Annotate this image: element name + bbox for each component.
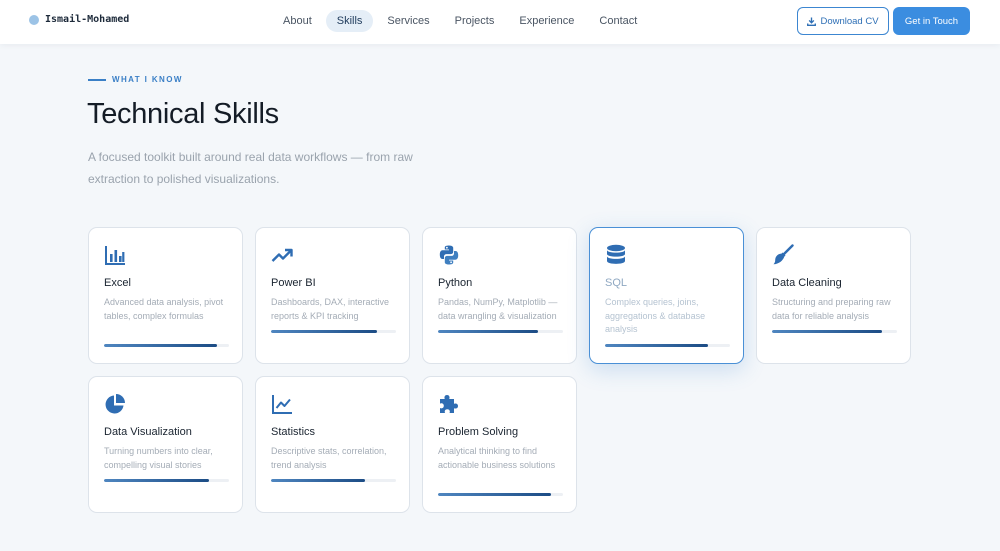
skill-title: Data Cleaning [772,277,842,289]
skill-level-bar [104,479,229,482]
nav-links: About Skills Services Projects Experienc… [272,10,651,32]
skill-card-data-visualization[interactable]: Data Visualization Turning numbers into … [88,376,243,513]
skill-title: Power BI [271,277,316,289]
nav-link-experience[interactable]: Experience [508,10,585,32]
skill-card-power-bi[interactable]: Power BI Dashboards, DAX, interactive re… [255,227,410,364]
line-chart-icon [272,395,292,414]
get-in-touch-label: Get in Touch [904,15,959,27]
skill-card-sql[interactable]: SQL Complex queries, joins, aggregations… [589,227,744,364]
skill-card-statistics[interactable]: Statistics Descriptive stats, correlatio… [255,376,410,513]
broom-icon [773,244,794,265]
section-eyebrow: WHAT I KNOW [88,75,183,84]
skill-level-bar [104,344,229,347]
nav-link-contact[interactable]: Contact [588,10,648,32]
skill-level-fill [104,479,209,482]
skill-description: Analytical thinking to find actionable b… [438,446,556,470]
download-icon [807,16,817,26]
nav-link-about[interactable]: About [272,10,323,32]
skill-title: Problem Solving [438,426,519,438]
nav-link-projects[interactable]: Projects [444,10,506,32]
skill-level-fill [605,344,708,347]
skill-level-bar [772,330,897,333]
skill-level-fill [271,479,365,482]
skill-level-bar [605,344,730,347]
skill-title: Statistics [271,426,316,438]
brand-name: Ismail-Mohamed [45,14,130,25]
skill-level-bar [438,330,563,333]
get-in-touch-button[interactable]: Get in Touch [893,7,970,35]
skill-level-fill [438,330,538,333]
skill-description: Advanced data analysis, pivot tables, co… [104,297,224,321]
skill-card-python[interactable]: Python Pandas, NumPy, Matplotlib — data … [422,227,577,364]
page-title: Technical Skills [87,98,279,130]
nav-link-skills[interactable]: Skills [325,10,374,32]
skill-description: Pandas, NumPy, Matplotlib — data wrangli… [438,297,558,321]
skill-level-fill [438,493,551,496]
brand-logo[interactable]: Ismail-Mohamed [29,14,129,25]
skill-title: Python [438,277,473,289]
skill-description: Descriptive stats, correlation, trend an… [271,446,387,470]
skill-title: Data Visualization [104,426,192,438]
eyebrow-text: WHAT I KNOW [112,75,183,84]
skill-level-fill [271,330,378,333]
bar-chart-icon [105,246,125,265]
skill-title: Excel [104,277,131,289]
download-cv-button[interactable]: Download CV [797,7,889,35]
navbar: Ismail-Mohamed About Skills Services Pro… [0,0,1000,44]
download-cv-label: Download CV [820,15,879,27]
skill-level-bar [271,330,396,333]
skill-description: Complex queries, joins, aggregations & d… [605,297,706,334]
page-subtitle: A focused toolkit built around real data… [88,150,413,186]
skill-description: Structuring and preparing raw data for r… [772,297,891,321]
skill-title: SQL [605,277,628,289]
skill-description: Turning numbers into clear, compelling v… [104,446,213,470]
skill-level-bar [438,493,563,496]
python-icon [439,245,459,265]
brand-dot-icon [29,14,39,25]
skill-description: Dashboards, DAX, interactive reports & K… [271,297,390,321]
skill-card-data-cleaning[interactable]: Data Cleaning Structuring and preparing … [756,227,911,364]
skill-level-fill [772,330,882,333]
trend-arrow-icon [271,248,293,262]
puzzle-icon [440,395,458,413]
nav-link-services[interactable]: Services [376,10,440,32]
database-icon [607,244,625,264]
eyebrow-line [88,78,106,81]
pie-chart-icon [105,394,125,414]
skill-card-excel[interactable]: Excel Advanced data analysis, pivot tabl… [88,227,243,364]
skill-card-problem-solving[interactable]: Problem Solving Analytical thinking to f… [422,376,577,513]
skill-level-bar [271,479,396,482]
skill-level-fill [104,344,217,347]
